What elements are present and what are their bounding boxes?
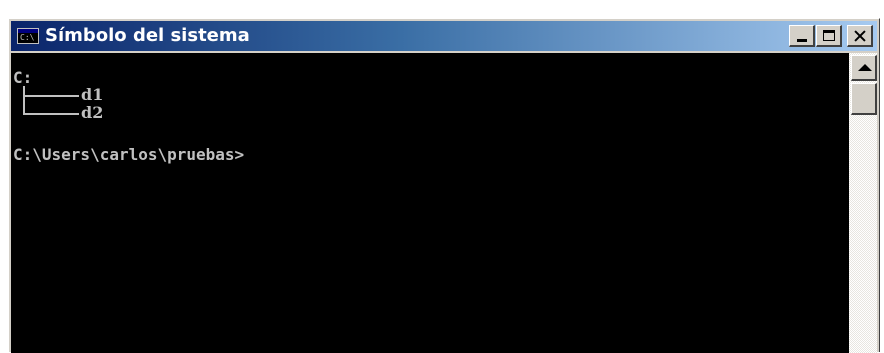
tree-branch-2 bbox=[23, 113, 79, 115]
window-title: Símbolo del sistema bbox=[45, 25, 250, 46]
console-output[interactable]: C: d1 d2 C:\Users\carlos\pruebas> bbox=[11, 53, 849, 353]
console-window: C:\ Símbolo del sistema C: d1 d2 C:\User… bbox=[8, 18, 880, 353]
minimize-button[interactable] bbox=[789, 25, 815, 47]
tree-branch-1 bbox=[23, 95, 79, 97]
cmd-icon-text: C:\ bbox=[20, 33, 35, 42]
close-button[interactable] bbox=[847, 25, 873, 47]
maximize-button[interactable] bbox=[816, 25, 842, 47]
tree-item-d2: d2 bbox=[81, 103, 104, 122]
directory-tree: d1 d2 bbox=[13, 86, 849, 128]
scroll-thumb[interactable] bbox=[851, 83, 877, 115]
vertical-scrollbar[interactable] bbox=[849, 53, 877, 353]
maximize-icon bbox=[823, 30, 835, 41]
drive-line: C: bbox=[13, 68, 33, 87]
tree-branch-vertical bbox=[23, 86, 25, 115]
tree-item-d1: d1 bbox=[81, 85, 104, 104]
cmd-icon[interactable]: C:\ bbox=[17, 28, 39, 44]
scroll-up-button[interactable] bbox=[851, 55, 877, 81]
title-bar[interactable]: C:\ Símbolo del sistema bbox=[11, 21, 877, 51]
minimize-icon bbox=[797, 39, 807, 42]
arrow-up-icon bbox=[858, 64, 872, 71]
command-prompt[interactable]: C:\Users\carlos\pruebas> bbox=[13, 146, 849, 163]
close-icon bbox=[854, 30, 866, 42]
